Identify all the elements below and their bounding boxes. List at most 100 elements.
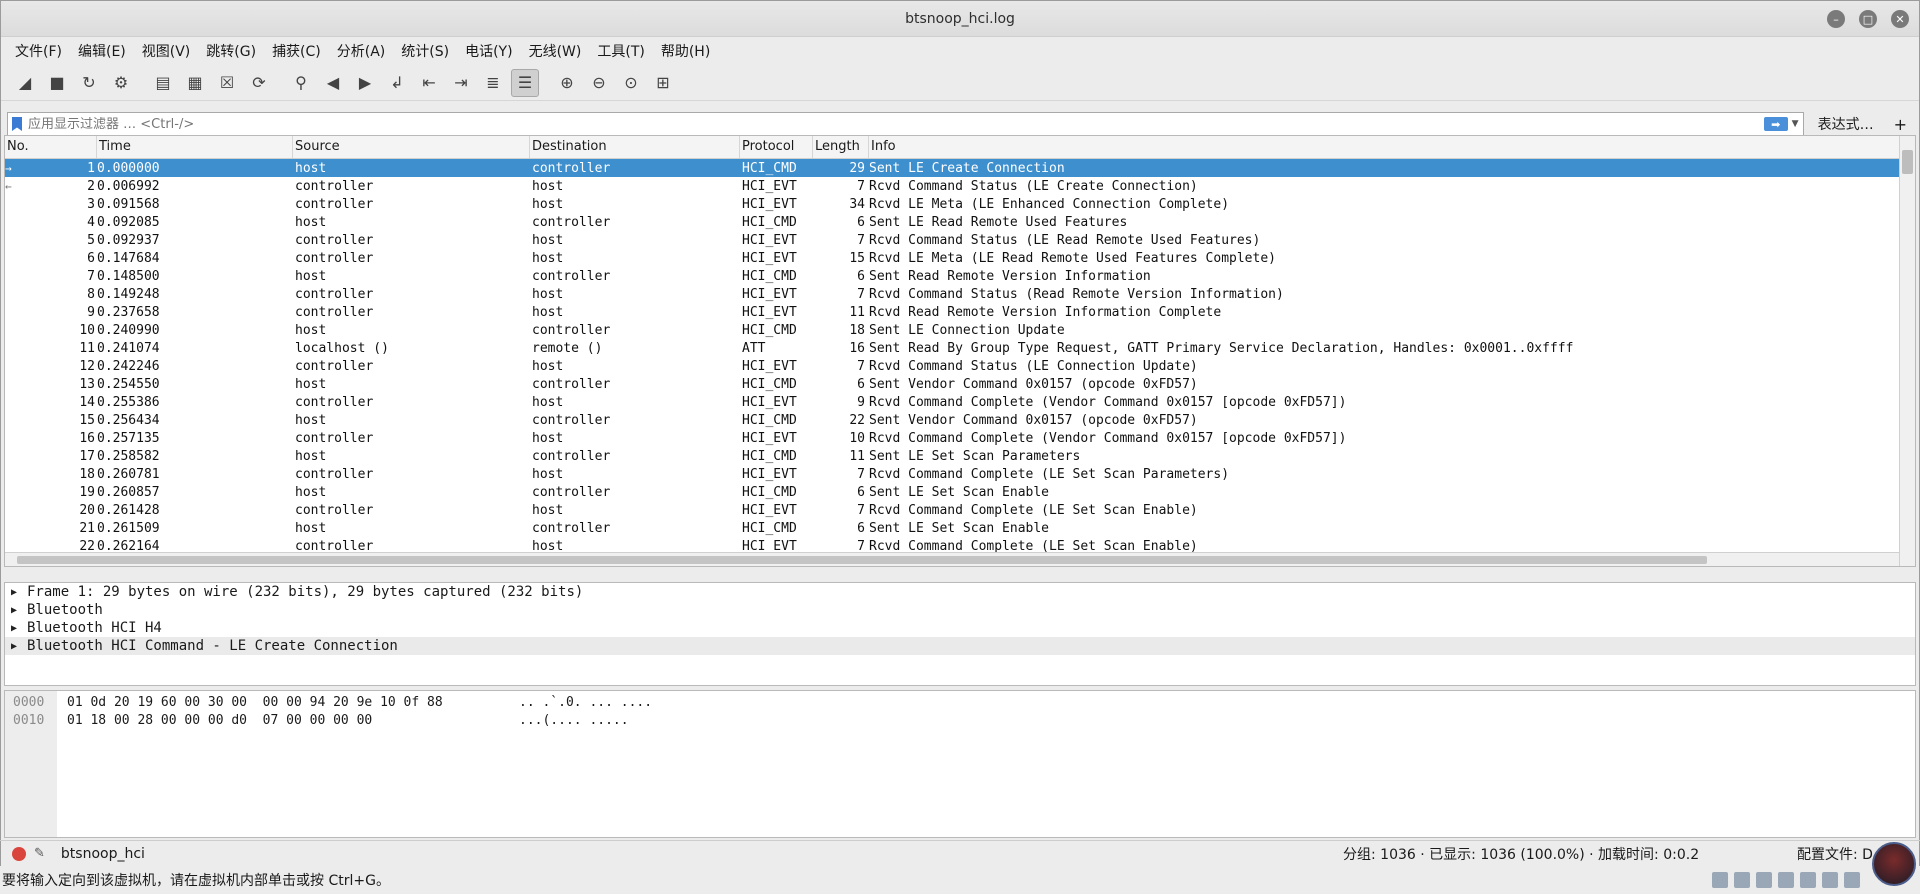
tray-icon[interactable]	[1712, 872, 1728, 888]
expression-button[interactable]: 表达式…	[1810, 114, 1882, 134]
minimize-icon[interactable]: –	[1827, 10, 1845, 28]
tray-icon[interactable]	[1844, 872, 1860, 888]
menu-view[interactable]: 视图(V)	[134, 37, 199, 65]
zoom-out-icon[interactable]: ⊖	[585, 69, 613, 97]
table-row[interactable]: 9 0.237658 controller host HCI_EVT 11 Rcvd Rea…	[5, 303, 1915, 321]
cell-protocol: HCI_CMD	[742, 214, 797, 230]
table-row[interactable]: 18 0.260781 controller host HCI_EVT 7 Rcvd Com…	[5, 465, 1915, 483]
shark-fin-start-icon[interactable]: ◢	[11, 69, 39, 97]
hex-row[interactable]: 0010 01 18 00 28 00 00 00 d0 07 00 00 00…	[5, 713, 629, 731]
menu-help[interactable]: 帮助(H)	[653, 37, 718, 65]
column-protocol[interactable]: Protocol	[740, 136, 813, 158]
menu-go[interactable]: 跳转(G)	[198, 37, 264, 65]
menu-telephony[interactable]: 电话(Y)	[457, 37, 520, 65]
go-back-icon[interactable]: ◀	[319, 69, 347, 97]
table-row[interactable]: 12 0.242246 controller host HCI_EVT 7 Rcvd Com…	[5, 357, 1915, 375]
menu-tools[interactable]: 工具(T)	[589, 37, 652, 65]
table-row[interactable]: 19 0.260857 host controller HCI_CMD 6 Sent LE …	[5, 483, 1915, 501]
table-row[interactable]: 15 0.256434 host controller HCI_CMD 22 Sent Ve…	[5, 411, 1915, 429]
cell-info: Rcvd Command Status (LE Read Remote Used…	[869, 232, 1261, 248]
zoom-in-icon[interactable]: ⊕	[553, 69, 581, 97]
table-row[interactable]: 16 0.257135 controller host HCI_EVT 10 Rcvd Co…	[5, 429, 1915, 447]
capture-options-icon[interactable]: ⚙	[107, 69, 135, 97]
go-to-packet-icon[interactable]: ↲	[383, 69, 411, 97]
table-row[interactable]: 3 0.091568 controller host HCI_EVT 34 Rcvd LE …	[5, 195, 1915, 213]
close-file-icon[interactable]: ☒	[213, 69, 241, 97]
column-no[interactable]: No.	[5, 136, 97, 158]
table-row[interactable]: 11 0.241074 localhost () remote () ATT 16 Sent…	[5, 339, 1915, 357]
table-row[interactable]: ← 2 0.006992 controller host HCI_EVT 7 Rcvd Com…	[5, 177, 1915, 195]
table-row[interactable]: 7 0.148500 host controller HCI_CMD 6 Sent Read…	[5, 267, 1915, 285]
cell-destination: remote ()	[532, 340, 603, 356]
packet-details: ▶ Frame 1: 29 bytes on wire (232 bits), 2…	[4, 582, 1916, 686]
expand-triangle-icon[interactable]: ▶	[11, 641, 27, 652]
cell-destination: controller	[532, 484, 611, 500]
status-profile[interactable]: 配置文件: D	[1797, 844, 1873, 864]
table-row[interactable]: → 1 0.000000 host controller HCI_CMD 29 Sent LE…	[5, 159, 1915, 177]
packet-list-scrollbar[interactable]	[1899, 136, 1915, 566]
packet-list-hscrollbar[interactable]	[5, 552, 1899, 566]
stop-capture-icon[interactable]: ■	[43, 69, 71, 97]
first-packet-icon[interactable]: ⇤	[415, 69, 443, 97]
expand-triangle-icon[interactable]: ▶	[11, 623, 27, 634]
close-icon[interactable]: ✕	[1891, 10, 1909, 28]
display-filter-input[interactable]	[28, 116, 1764, 132]
table-row[interactable]: 5 0.092937 controller host HCI_EVT 7 Rcvd Comm…	[5, 231, 1915, 249]
go-forward-icon[interactable]: ▶	[351, 69, 379, 97]
menu-edit[interactable]: 编辑(E)	[70, 37, 134, 65]
tray-icon[interactable]	[1756, 872, 1772, 888]
table-row[interactable]: 6 0.147684 controller host HCI_EVT 15 Rcvd LE …	[5, 249, 1915, 267]
detail-item-hci-command[interactable]: ▶ Bluetooth HCI Command - LE Create Conne…	[5, 637, 1915, 655]
table-row[interactable]: 8 0.149248 controller host HCI_EVT 7 Rcvd Comm…	[5, 285, 1915, 303]
menu-analyze[interactable]: 分析(A)	[329, 37, 394, 65]
table-row[interactable]: 13 0.254550 host controller HCI_CMD 6 Sent Ven…	[5, 375, 1915, 393]
capture-comment-icon[interactable]: ✎	[34, 846, 45, 861]
table-row[interactable]: 21 0.261509 host controller HCI_CMD 6 Sent LE …	[5, 519, 1915, 537]
cell-source: localhost ()	[295, 340, 389, 356]
restart-capture-icon[interactable]: ↻	[75, 69, 103, 97]
resize-columns-icon[interactable]: ⊞	[649, 69, 677, 97]
detail-item-bluetooth[interactable]: ▶ Bluetooth	[5, 601, 1915, 619]
expert-info-icon[interactable]	[12, 846, 26, 861]
table-row[interactable]: 17 0.258582 host controller HCI_CMD 11 Sent LE…	[5, 447, 1915, 465]
normal-size-icon[interactable]: ⊙	[617, 69, 645, 97]
menu-file[interactable]: 文件(F)	[7, 37, 70, 65]
column-info[interactable]: Info	[869, 136, 1915, 158]
find-packet-icon[interactable]: ⚲	[287, 69, 315, 97]
cell-time: 0.241074	[97, 340, 160, 356]
detail-item-frame[interactable]: ▶ Frame 1: 29 bytes on wire (232 bits), 2…	[5, 583, 1915, 601]
tray-icon[interactable]	[1778, 872, 1794, 888]
hex-row[interactable]: 0000 01 0d 20 19 60 00 30 00 00 00 94 20…	[5, 695, 652, 713]
detail-item-hci-h4[interactable]: ▶ Bluetooth HCI H4	[5, 619, 1915, 637]
column-source[interactable]: Source	[293, 136, 530, 158]
column-time[interactable]: Time	[97, 136, 293, 158]
column-destination[interactable]: Destination	[530, 136, 740, 158]
menu-statistics[interactable]: 统计(S)	[393, 37, 457, 65]
maximize-icon[interactable]: □	[1859, 10, 1877, 28]
tray-icon[interactable]	[1800, 872, 1816, 888]
apply-filter-icon[interactable]: ➡	[1763, 117, 1788, 131]
colorize-icon[interactable]: ☰	[511, 68, 539, 97]
tray-icon[interactable]	[1734, 872, 1750, 888]
autoscroll-icon[interactable]: ≣	[479, 69, 507, 97]
menu-capture[interactable]: 捕获(C)	[264, 37, 329, 65]
cell-length: 7	[857, 502, 865, 518]
menu-wireless[interactable]: 无线(W)	[521, 37, 590, 65]
table-row[interactable]: 20 0.261428 controller host HCI_EVT 7 Rcvd Com…	[5, 501, 1915, 519]
add-filter-button[interactable]: +	[1888, 115, 1913, 134]
table-row[interactable]: 14 0.255386 controller host HCI_EVT 9 Rcvd Com…	[5, 393, 1915, 411]
save-file-icon[interactable]: ▦	[181, 69, 209, 97]
cell-no: 14	[79, 394, 95, 410]
column-length[interactable]: Length	[813, 136, 869, 158]
tray-icon[interactable]	[1822, 872, 1838, 888]
table-row[interactable]: 4 0.092085 host controller HCI_CMD 6 Sent LE R…	[5, 213, 1915, 231]
expand-triangle-icon[interactable]: ▶	[11, 587, 27, 598]
open-file-icon[interactable]: ▤	[149, 69, 177, 97]
chevron-down-icon[interactable]: ▼	[1792, 119, 1799, 129]
expand-triangle-icon[interactable]: ▶	[11, 605, 27, 616]
reload-file-icon[interactable]: ⟳	[245, 69, 273, 97]
last-packet-icon[interactable]: ⇥	[447, 69, 475, 97]
table-row[interactable]: 10 0.240990 host controller HCI_CMD 18 Sent LE…	[5, 321, 1915, 339]
bookmark-icon[interactable]	[12, 117, 22, 131]
cell-length: 22	[849, 412, 865, 428]
